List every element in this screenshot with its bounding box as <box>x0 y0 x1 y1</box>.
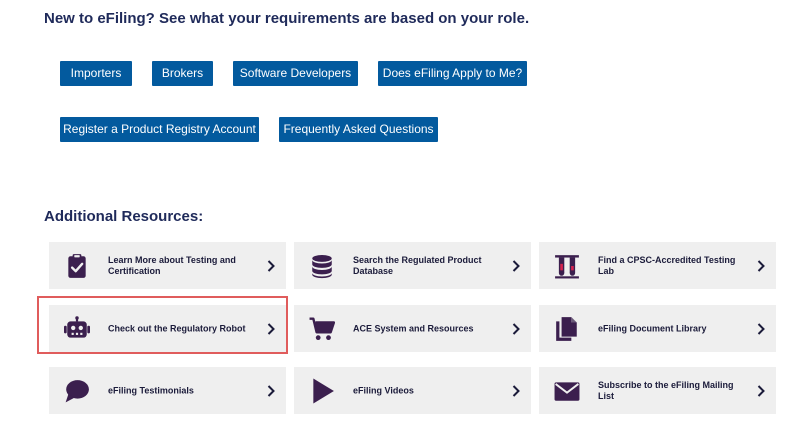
resource-card-videos[interactable]: eFiling Videos <box>294 367 531 414</box>
chevron-right-icon <box>756 322 766 336</box>
documents-icon <box>554 316 580 342</box>
test-tubes-icon <box>554 253 580 279</box>
resource-card-ace-system[interactable]: ACE System and Resources <box>294 305 531 352</box>
resource-card-label: Subscribe to the eFiling Mailing List <box>598 379 734 401</box>
chevron-right-icon <box>511 259 521 273</box>
intro-heading: New to eFiling? See what your requiremen… <box>44 10 530 27</box>
resource-card-label: eFiling Document Library <box>598 323 707 333</box>
chevron-right-icon <box>511 322 521 336</box>
shopping-cart-icon <box>309 316 335 342</box>
resource-card-label: eFiling Videos <box>353 385 414 395</box>
resource-card-document-library[interactable]: eFiling Document Library <box>539 305 776 352</box>
does-efiling-apply-button[interactable]: Does eFiling Apply to Me? <box>378 61 527 86</box>
chevron-right-icon <box>266 259 276 273</box>
importers-button[interactable]: Importers <box>60 61 132 86</box>
resource-card-label: Find a CPSC-Accredited Testing Lab <box>598 254 736 276</box>
chevron-right-icon <box>266 322 276 336</box>
robot-icon <box>64 315 90 342</box>
database-icon <box>309 253 335 279</box>
resource-card-testing[interactable]: Learn More about Testing and Certificati… <box>49 242 286 289</box>
resource-card-testing-lab[interactable]: Find a CPSC-Accredited Testing Lab <box>539 242 776 289</box>
clipboard-check-icon <box>64 253 90 279</box>
chevron-right-icon <box>511 384 521 398</box>
resource-card-label: eFiling Testimonials <box>108 385 194 395</box>
resource-card-testimonials[interactable]: eFiling Testimonials <box>49 367 286 414</box>
chevron-right-icon <box>266 384 276 398</box>
register-product-registry-button[interactable]: Register a Product Registry Account <box>60 117 259 142</box>
play-icon <box>309 378 335 404</box>
speech-bubble-icon <box>64 378 90 404</box>
resource-card-regulatory-robot[interactable]: Check out the Regulatory Robot <box>49 305 286 352</box>
resource-card-label: Learn More about Testing and Certificati… <box>108 254 236 276</box>
resource-card-label: ACE System and Resources <box>353 323 474 333</box>
resource-card-search-database[interactable]: Search the Regulated Product Database <box>294 242 531 289</box>
resource-card-mailing-list[interactable]: Subscribe to the eFiling Mailing List <box>539 367 776 414</box>
additional-resources-heading: Additional Resources: <box>44 208 204 225</box>
resource-card-label: Search the Regulated Product Database <box>353 254 482 276</box>
chevron-right-icon <box>756 384 766 398</box>
resource-card-label: Check out the Regulatory Robot <box>108 323 246 333</box>
page: New to eFiling? See what your requiremen… <box>0 0 803 423</box>
brokers-button[interactable]: Brokers <box>152 61 213 86</box>
envelope-icon <box>554 378 580 404</box>
chevron-right-icon <box>756 259 766 273</box>
faq-button[interactable]: Frequently Asked Questions <box>279 117 438 142</box>
software-developers-button[interactable]: Software Developers <box>233 61 358 86</box>
